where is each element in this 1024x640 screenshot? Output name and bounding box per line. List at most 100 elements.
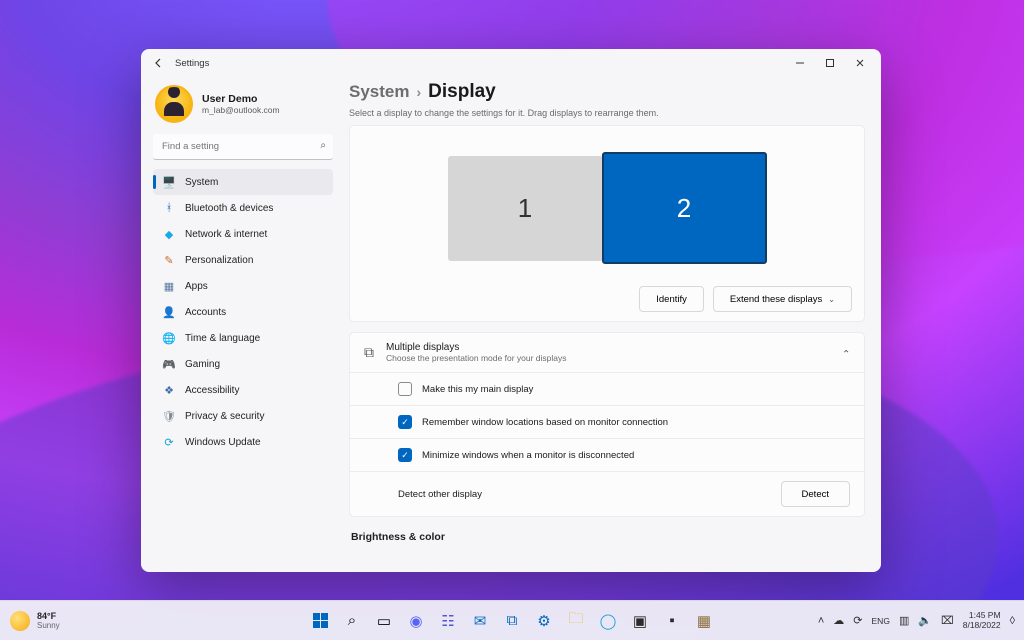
sidebar-item-label: System — [185, 177, 218, 188]
mail-icon: ✉ — [474, 612, 487, 630]
multiple-displays-subtitle: Choose the presentation mode for your di… — [386, 353, 567, 363]
monitor-2[interactable]: 2 — [602, 152, 767, 264]
sidebar-item-apps[interactable]: ▦Apps — [153, 273, 333, 299]
taskbar-app-settings[interactable]: ⚙ — [530, 607, 558, 635]
sidebar: User Demo m_lab@outlook.com ⌕ 🖥️ System ᚼB… — [141, 77, 343, 572]
sidebar-item-label: Network & internet — [185, 229, 267, 240]
extend-dropdown[interactable]: Extend these displays ⌄ — [713, 286, 852, 312]
tray-chevron-icon[interactable]: ˄ — [818, 615, 824, 627]
gaming-icon: 🎮 — [162, 358, 176, 371]
tray-language[interactable]: ENG — [872, 616, 890, 626]
taskbar-app-mail[interactable]: ✉ — [466, 607, 494, 635]
multiple-displays-option[interactable]: ✓ Minimize windows when a monitor is disc… — [350, 438, 864, 471]
taskbar-weather[interactable]: 84°F Sunny — [0, 611, 60, 631]
multiple-displays-option[interactable]: Make this my main display — [350, 373, 864, 405]
search-field[interactable]: ⌕ — [153, 134, 333, 160]
option-label: Remember window locations based on monit… — [422, 417, 668, 428]
detect-other-display-row: Detect other displayDetect — [350, 471, 864, 516]
sidebar-item-system[interactable]: 🖥️ System — [153, 169, 333, 195]
weather-cond: Sunny — [37, 621, 60, 630]
detect-button[interactable]: Detect — [781, 481, 850, 507]
option-label: Make this my main display — [422, 384, 533, 395]
search-taskbar-button[interactable]: ⌕ — [338, 607, 366, 635]
profile-email: m_lab@outlook.com — [202, 105, 280, 115]
notifications-icon[interactable]: ◊ — [1010, 615, 1015, 627]
box-icon: ▦ — [697, 612, 711, 630]
taskbar-app-terminal[interactable]: ▪ — [658, 607, 686, 635]
taskbar-app-explorer[interactable]: 🗀 — [562, 607, 590, 635]
sidebar-item-bluetooth-devices[interactable]: ᚼBluetooth & devices — [153, 195, 333, 221]
taskbar-app-edge[interactable]: ◯ — [594, 607, 622, 635]
task-view-button[interactable]: ▭ — [370, 607, 398, 635]
system-icon: 🖥️ — [162, 176, 176, 189]
multiple-displays-icon: ⧉ — [364, 344, 374, 361]
minimize-button[interactable] — [785, 51, 815, 75]
search-input[interactable] — [153, 134, 333, 160]
sidebar-item-windows-update[interactable]: ⟳Windows Update — [153, 429, 333, 455]
sidebar-item-accounts[interactable]: 👤Accounts — [153, 299, 333, 325]
breadcrumb-current: Display — [428, 81, 496, 103]
breadcrumb-separator: › — [416, 84, 421, 100]
page-subtext: Select a display to change the settings … — [349, 108, 865, 118]
avatar — [155, 85, 193, 123]
main-content: System › Display Select a display to cha… — [343, 77, 881, 572]
profile-header[interactable]: User Demo m_lab@outlook.com — [153, 83, 333, 127]
sidebar-item-label: Privacy & security — [185, 411, 264, 422]
shell-icon: ▪ — [669, 612, 674, 629]
onedrive-icon[interactable]: ☁ — [833, 614, 844, 627]
taskbar-clock[interactable]: 1:45 PM 8/18/2022 — [963, 611, 1001, 631]
window-title: Settings — [175, 58, 209, 69]
taskbar-app-misc[interactable]: ▦ — [690, 607, 718, 635]
taskbar-app-chat[interactable]: ◉ — [402, 607, 430, 635]
maximize-icon — [825, 58, 835, 68]
sidebar-item-label: Accessibility — [185, 385, 239, 396]
taskbar-app-pwsh[interactable]: ▣ — [626, 607, 654, 635]
multiple-displays-header[interactable]: ⧉ Multiple displays Choose the presentat… — [350, 333, 864, 372]
sidebar-item-privacy-security[interactable]: 🛡Privacy & security — [153, 403, 333, 429]
multiple-displays-title: Multiple displays — [386, 342, 567, 353]
sidebar-item-time-language[interactable]: 🌐Time & language — [153, 325, 333, 351]
sidebar-item-personalization[interactable]: ✎Personalization — [153, 247, 333, 273]
checkbox-checked-icon[interactable]: ✓ — [398, 415, 412, 429]
sidebar-item-accessibility[interactable]: ❖Accessibility — [153, 377, 333, 403]
breadcrumb-parent[interactable]: System — [349, 82, 409, 102]
personalization-icon: ✎ — [162, 254, 176, 267]
multiple-displays-card: ⧉ Multiple displays Choose the presentat… — [349, 332, 865, 517]
edge-icon: ◯ — [600, 612, 617, 630]
network-icon[interactable]: ▥ — [899, 614, 909, 627]
multiple-displays-body: Make this my main display ✓ Remember windo… — [350, 372, 864, 516]
maximize-button[interactable] — [815, 51, 845, 75]
monitor-1[interactable]: 1 — [448, 156, 603, 261]
windows-logo-icon — [313, 613, 328, 628]
accounts-icon: 👤 — [162, 306, 176, 319]
checkbox-unchecked-icon[interactable] — [398, 382, 412, 396]
identify-button[interactable]: Identify — [639, 286, 704, 312]
folder-icon: 🗀 — [568, 608, 583, 633]
taskbar-tray: ˄ ☁ ⟳ ENG ▥ 🔈 ⌧ 1:45 PM 8/18/2022 ◊ — [818, 611, 1024, 631]
volume-icon[interactable]: 🔈 — [918, 614, 932, 627]
chat-icon: ◉ — [409, 612, 422, 630]
chevron-down-icon: ⌄ — [828, 295, 835, 304]
multiple-displays-option[interactable]: ✓ Remember window locations based on moni… — [350, 405, 864, 438]
display-arrange-card: 1 2 Identify Extend these displays ⌄ — [349, 125, 865, 322]
option-label: Minimize windows when a monitor is disco… — [422, 450, 634, 461]
sidebar-item-network-internet[interactable]: ◆Network & internet — [153, 221, 333, 247]
back-button[interactable] — [151, 55, 167, 71]
taskbar-center: ⌕ ▭ ◉ ☷ ✉ ⧉ ⚙ 🗀 ◯ ▣ ▪ ▦ — [306, 607, 718, 635]
search-icon: ⌕ — [320, 140, 326, 151]
gear-icon: ⚙ — [537, 612, 550, 630]
sidebar-item-label: Time & language — [185, 333, 260, 344]
chevron-up-icon: ⌄ — [842, 347, 850, 358]
taskbar-app-teams[interactable]: ☷ — [434, 607, 462, 635]
sidebar-item-label: Bluetooth & devices — [185, 203, 273, 214]
checkbox-checked-icon[interactable]: ✓ — [398, 448, 412, 462]
start-button[interactable] — [306, 607, 334, 635]
sidebar-item-label: Gaming — [185, 359, 220, 370]
terminal-icon: ▣ — [633, 612, 647, 630]
battery-icon[interactable]: ⌧ — [941, 614, 954, 627]
sidebar-item-gaming[interactable]: 🎮 Gaming — [153, 351, 333, 377]
tray-status-icon[interactable]: ⟳ — [853, 614, 862, 627]
close-button[interactable] — [845, 51, 875, 75]
store-icon: ⧉ — [507, 612, 518, 629]
taskbar-app-store[interactable]: ⧉ — [498, 607, 526, 635]
